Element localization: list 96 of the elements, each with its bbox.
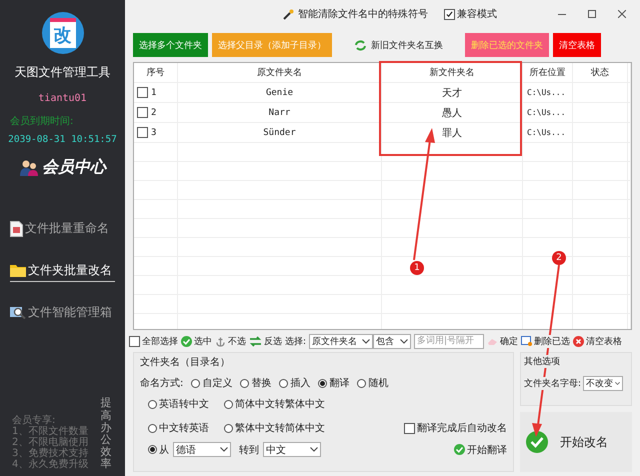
radio-label: 替换 <box>251 376 272 390</box>
column-header: 原文件夹名 <box>178 63 382 82</box>
refresh-icon <box>354 40 367 50</box>
radio-label: 翻译 <box>329 376 350 390</box>
source-language-dropdown[interactable]: 德语 <box>173 442 231 457</box>
translate-button[interactable]: 开始翻译 <box>454 442 507 456</box>
folder-icon <box>10 264 26 277</box>
case-label: 文件夹名字母: <box>524 377 582 390</box>
radio-label: 英语转中文 <box>159 398 209 411</box>
table-cell: Sünder <box>178 123 382 142</box>
filter-button[interactable]: 不选 <box>215 334 246 348</box>
column-header: 新文件夹名 <box>382 63 523 82</box>
check-icon <box>526 431 548 453</box>
app-logo: 改 <box>42 12 84 54</box>
checkbox[interactable] <box>137 107 148 118</box>
toolbar-button[interactable]: 清空表格 <box>553 33 601 57</box>
radio-label: 自定义 <box>202 376 232 390</box>
username: tiantu01 <box>38 93 87 104</box>
checkbox[interactable] <box>404 422 415 434</box>
close-icon[interactable] <box>618 10 626 18</box>
app-name: 天图文件管理工具 <box>14 64 110 81</box>
table-cell: Narr <box>178 103 382 122</box>
expiry-label: 会员到期时间: <box>10 114 74 128</box>
radio-label: 从 <box>159 444 169 456</box>
radio-button[interactable] <box>279 378 288 388</box>
delete-selected-button[interactable]: 删除已选 <box>521 334 570 348</box>
check-icon <box>454 444 465 455</box>
mode-label: 命名方式: <box>140 376 184 390</box>
document-icon <box>10 220 23 236</box>
select-label: 选择: <box>285 336 306 348</box>
expiry-date: 2039-08-31 10:51:57 <box>8 134 117 145</box>
table-cell: 2 <box>151 108 156 118</box>
checkbox[interactable] <box>137 127 148 138</box>
radio-button[interactable] <box>318 378 328 388</box>
swap-names-button[interactable]: 新旧文件夹名互换 <box>348 33 449 57</box>
table-cell: 3 <box>151 128 156 138</box>
slogan: 提高办公效率 <box>100 397 112 470</box>
filter-button[interactable]: 选中 <box>181 334 212 348</box>
checkbox[interactable] <box>137 87 148 98</box>
radio-button[interactable] <box>240 378 250 388</box>
magnifier-icon <box>10 306 26 319</box>
table-cell: C:\Us... <box>523 103 573 122</box>
radio-label: 中文转英语 <box>159 422 209 435</box>
close-icon <box>573 336 584 346</box>
radio-label: 繁体中文转简体中文 <box>235 422 325 435</box>
case-dropdown[interactable]: 不改变 <box>583 376 624 391</box>
nav-item[interactable]: 文件批量重命名 <box>10 220 109 240</box>
radio-button[interactable] <box>357 378 366 388</box>
checkbox-label: 翻译完成后自动改名 <box>417 422 507 435</box>
radio-button[interactable] <box>191 378 200 388</box>
checkbox-label: 兼容模式 <box>457 8 497 21</box>
radio-button[interactable] <box>148 445 157 454</box>
tool-link[interactable]: 智能清除文件名中的特殊符号 <box>298 7 428 21</box>
toolbar-button[interactable]: 选择多个文件夹 <box>133 33 208 57</box>
radio-button[interactable] <box>224 400 233 408</box>
people-icon <box>19 159 39 176</box>
group-title: 其他选项 <box>524 355 560 368</box>
nav-item[interactable]: 文件智能管理箱 <box>10 304 112 324</box>
table-cell: 1 <box>151 88 156 98</box>
nav-item[interactable]: 文件夹批量改名 <box>10 262 115 282</box>
field-dropdown[interactable]: 原文件夹名 <box>309 334 374 348</box>
check-icon <box>181 336 192 346</box>
window-icon <box>521 336 532 346</box>
radio-button[interactable] <box>224 424 233 432</box>
table-cell: C:\Us... <box>523 123 573 142</box>
anchor-icon <box>215 336 226 346</box>
table-cell: 天才 <box>382 83 523 102</box>
column-header: 序号 <box>134 63 178 82</box>
match-dropdown[interactable]: 包含 <box>373 334 412 348</box>
member-center-link[interactable]: 会员中心 <box>42 157 106 178</box>
group-title: 文件夹名（目录名） <box>140 356 231 369</box>
target-label: 转到 <box>239 444 259 456</box>
clear-table-button[interactable]: 清空表格 <box>573 334 622 348</box>
checkbox[interactable] <box>444 8 455 20</box>
column-header: 状态 <box>573 63 628 82</box>
perks-list: 会员专享: 1、不限文件数量 2、不限电脑使用 3、免费技术支持 4、永久免费升级 <box>12 415 88 470</box>
table-cell: 愚人 <box>382 103 523 122</box>
table-cell: C:\Us... <box>523 83 573 102</box>
confirm-button[interactable]: 确定 <box>487 334 518 348</box>
checkbox[interactable] <box>129 336 140 346</box>
radio-button[interactable] <box>148 424 157 432</box>
filter-button[interactable]: 反选 <box>249 334 282 348</box>
wand-icon <box>283 8 294 20</box>
target-language-dropdown[interactable]: 中文 <box>263 442 321 457</box>
radio-label: 简体中文转繁体中文 <box>235 398 325 411</box>
checkbox-label: 全部选择 <box>142 336 178 348</box>
table-cell: Genie <box>178 83 382 102</box>
radio-label: 插入 <box>290 376 310 390</box>
column-header: 所在位置 <box>523 63 573 82</box>
keyword-field[interactable]: 多词用|号隔开 <box>414 334 484 348</box>
radio-label: 随机 <box>368 376 388 390</box>
eraser-icon <box>487 336 498 346</box>
radio-button[interactable] <box>148 400 157 408</box>
maximize-icon[interactable] <box>588 10 596 18</box>
swap-icon <box>249 336 262 346</box>
start-rename-button[interactable]: 开始改名 <box>520 412 632 472</box>
